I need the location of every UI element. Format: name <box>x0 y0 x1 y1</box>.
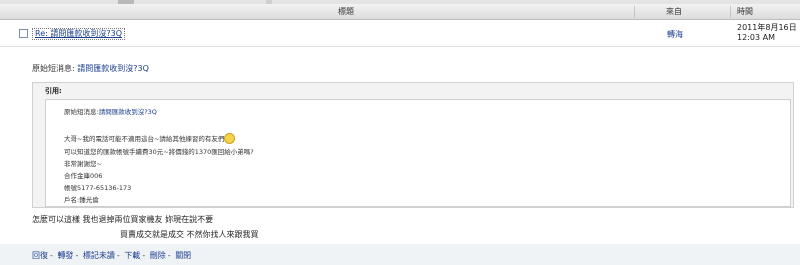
smiley-icon <box>224 132 236 144</box>
quote-line: 合作金庫006 <box>64 172 103 180</box>
original-message-line: 原始短消息: 請問匯款收到沒?3Q <box>32 63 149 74</box>
column-time[interactable]: 時間 <box>737 4 753 19</box>
message-subject-link[interactable]: Re: 請問匯款收到沒?3Q <box>32 28 125 40</box>
separator: - <box>167 251 171 260</box>
column-subject[interactable]: 標題 <box>338 4 354 19</box>
column-divider <box>634 6 635 18</box>
original-label: 原始短消息: <box>32 64 75 73</box>
separator: - <box>50 251 53 260</box>
message-timestamp: 2011年8月16日 12:03 AM <box>737 23 797 43</box>
reply-text-line-1: 怎麼可以這樣 我也退掉兩位買家機友 妳現在說不要 <box>32 215 214 224</box>
quote-line: 帳號5177-6513­6-173 <box>64 184 132 192</box>
separator: - <box>75 251 79 260</box>
download-link[interactable]: 下載 <box>124 251 140 260</box>
quote-original-line: 原始短消息:請問匯款收到沒?3Q <box>64 106 157 116</box>
quote-line: 可以知道您的匯款帳號手續費30元~將價錢的1370匯回給小弟嗎? <box>64 148 254 156</box>
delete-link[interactable]: 刪除 <box>150 251 166 260</box>
mark-unread-link[interactable]: 標記未讀 <box>83 251 115 260</box>
quote-block: 引用: 原始短消息:請問匯款收到沒?3Q 大哥~我的電話可能不適用這台~請給其他… <box>32 82 794 208</box>
forward-link[interactable]: 轉發 <box>57 251 73 260</box>
quote-line: 戶名:鍾光倫 <box>64 196 99 204</box>
quote-line: 大哥~我的電話可能不適用這台~請給其他練習的有友們 <box>64 132 236 145</box>
column-divider <box>730 6 731 18</box>
quote-content: 原始短消息:請問匯款收到沒?3Q 大哥~我的電話可能不適用這台~請給其他練習的有… <box>45 99 791 207</box>
message-list-header: 標題 來自 時間 <box>0 4 800 20</box>
quote-line: 非常謝謝您~ <box>64 160 102 168</box>
original-message-link[interactable]: 請問匯款收到沒?3Q <box>77 64 149 73</box>
column-from[interactable]: 來自 <box>666 4 682 19</box>
separator: - <box>116 251 120 260</box>
message-row[interactable]: Re: 請問匯款收到沒?3Q 轉海 2011年8月16日 12:03 AM <box>0 20 800 47</box>
quote-title: 引用: <box>45 87 62 95</box>
action-links: 回復 - 轉發 - 標記未讀 - 下載 - 刪除 - 關閉 <box>32 250 191 261</box>
close-link[interactable]: 關閉 <box>175 251 191 260</box>
quote-original-label: 原始短消息: <box>64 108 99 116</box>
message-clock: 12:03 AM <box>737 33 775 42</box>
reply-text-line-2: 買賣成交就是成交 不然你找人來跟我買 <box>120 230 259 239</box>
separator: - <box>142 251 146 260</box>
quote-text: 大哥~我的電話可能不適用這台~請給其他練習的有友們 <box>64 135 225 143</box>
message-checkbox[interactable] <box>19 29 28 38</box>
message-date: 2011年8月16日 <box>737 23 797 32</box>
reply-link[interactable]: 回復 <box>32 251 48 260</box>
message-sender-link[interactable]: 轉海 <box>667 29 683 40</box>
quote-original-link[interactable]: 請問匯款收到沒?3Q <box>99 108 157 116</box>
